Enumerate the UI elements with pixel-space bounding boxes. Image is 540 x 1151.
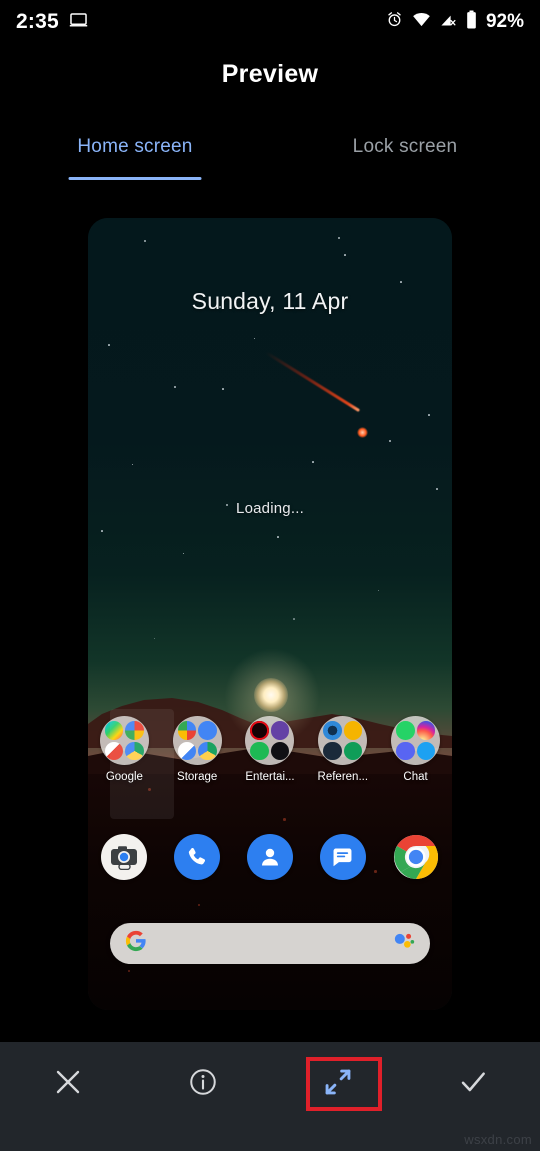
folder-icon-grid — [172, 716, 222, 765]
expand-icon — [321, 1065, 355, 1104]
google-g-icon — [125, 930, 147, 957]
wallpaper-date-label: Sunday, 11 Apr — [191, 288, 349, 314]
home-screen-preview-card[interactable]: Sunday, 11 Apr Loading... Google Storage… — [88, 218, 452, 1010]
video-player-icon — [270, 741, 290, 760]
check-icon — [457, 1066, 489, 1103]
folder-icon-grid — [391, 716, 441, 765]
folder-label: Storage — [177, 771, 218, 783]
instagram-icon — [416, 721, 436, 740]
folder-chat[interactable]: Chat — [385, 716, 447, 783]
drive-icon — [198, 741, 217, 760]
tab-lock-screen[interactable]: Lock screen — [270, 128, 540, 180]
folder-reference[interactable]: Referen... — [312, 716, 374, 783]
folder-icon-grid — [245, 716, 295, 765]
tab-home-screen[interactable]: Home screen — [0, 128, 270, 180]
wallpaper-loading-label: Loading... — [236, 500, 304, 517]
folder-google[interactable]: Google — [93, 709, 175, 819]
folder-row: Google Storage Entertai... Referen... Ch… — [88, 709, 452, 819]
battery-icon — [466, 10, 477, 34]
scholar-icon — [323, 721, 342, 740]
twitter-icon — [416, 741, 436, 760]
expand-button[interactable] — [270, 1042, 405, 1126]
dock-messages-icon[interactable] — [319, 834, 366, 880]
google-g-icon — [125, 721, 144, 740]
folder-label: Entertai... — [245, 771, 295, 783]
dock-phone-icon[interactable] — [174, 834, 221, 880]
dock-chrome-icon[interactable] — [393, 834, 439, 880]
watermark-label: wsxdn.com — [464, 1132, 532, 1147]
status-bar-clock: 2:35 — [16, 10, 59, 33]
news-icon — [323, 741, 342, 760]
toolbar-buttons — [0, 1042, 540, 1126]
netflix-icon — [250, 721, 269, 740]
alarm-icon — [386, 11, 403, 33]
dock-camera-go-icon[interactable] — [101, 834, 148, 880]
spotify-icon — [250, 741, 269, 760]
preview-tabs: Home screen Lock screen — [0, 128, 540, 180]
status-bar: 2:35 92% — [0, 0, 540, 44]
google-search-bar[interactable] — [110, 923, 430, 964]
whatsapp-icon — [396, 721, 415, 740]
files-icon — [198, 721, 217, 740]
close-button[interactable] — [0, 1042, 135, 1126]
folder-label: Chat — [403, 771, 428, 783]
bottom-toolbar: wsxdn.com — [0, 1042, 540, 1151]
translate-icon — [343, 721, 363, 740]
info-icon — [188, 1067, 218, 1102]
page-title: Preview — [221, 60, 319, 88]
discord-icon — [396, 741, 415, 760]
folder-label: Google — [105, 771, 143, 783]
dock — [88, 834, 452, 880]
meteor-head-icon — [357, 427, 368, 438]
dock-contacts-icon[interactable] — [246, 834, 293, 880]
tab-lock-screen-label: Lock screen — [352, 136, 458, 157]
wallpaper-ground — [88, 774, 452, 1010]
close-icon — [53, 1067, 83, 1102]
photos-icon — [177, 721, 197, 740]
folder-label: Referen... — [317, 771, 369, 783]
folder-storage[interactable]: Storage — [166, 716, 228, 783]
info-button[interactable] — [135, 1042, 270, 1126]
sheets-icon — [343, 741, 363, 760]
status-bar-left: 2:35 — [16, 10, 88, 34]
status-bar-right: 92% — [386, 10, 524, 34]
cast-screen-icon — [69, 10, 88, 34]
twitch-icon — [270, 721, 290, 740]
tab-active-indicator — [68, 177, 202, 180]
confirm-button[interactable] — [405, 1042, 540, 1126]
wifi-icon — [412, 11, 431, 33]
tab-home-screen-label: Home screen — [77, 136, 193, 157]
folder-icon-grid — [318, 716, 368, 765]
folder-entertainment[interactable]: Entertai... — [239, 716, 301, 783]
battery-percent-label: 92% — [485, 11, 524, 32]
docs-icon — [177, 741, 197, 760]
app-root: 2:35 92% Preview Home screen Lock screen… — [0, 0, 540, 1151]
google-assistant-icon — [393, 931, 415, 956]
gmail-icon — [104, 741, 124, 760]
play-store-icon — [104, 721, 124, 740]
drive-icon — [125, 741, 144, 760]
signal-off-icon — [440, 11, 457, 33]
sun-icon — [254, 678, 288, 712]
folder-icon-grid — [99, 716, 149, 765]
